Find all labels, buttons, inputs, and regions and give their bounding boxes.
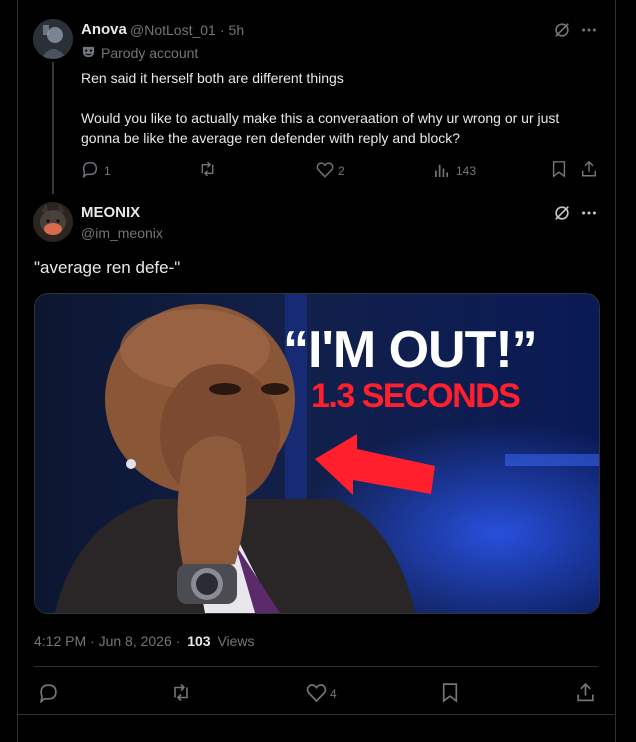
reply-count: 1 bbox=[104, 164, 111, 178]
reply-view-count: 143 bbox=[456, 164, 477, 178]
reply-time[interactable]: · 5h bbox=[220, 22, 244, 38]
avatar-anova[interactable] bbox=[33, 19, 73, 59]
grok-icon[interactable] bbox=[553, 21, 571, 39]
reply-text-line-1: Ren said it herself both are different t… bbox=[81, 70, 344, 86]
grok-icon[interactable] bbox=[553, 204, 571, 222]
reply-icon[interactable] bbox=[81, 160, 99, 178]
parody-badge-label: Parody account bbox=[101, 45, 199, 61]
like-icon[interactable] bbox=[306, 683, 327, 702]
tweet-timestamp[interactable]: 4:12 PM · Jun 8, 2026 · bbox=[34, 633, 180, 649]
parody-mask-icon bbox=[82, 45, 95, 58]
reply-text-line-3: gonna be like the average ren defender w… bbox=[81, 130, 461, 146]
divider-bottom bbox=[18, 714, 614, 715]
view-label: Views bbox=[217, 633, 255, 649]
share-icon[interactable] bbox=[580, 160, 598, 178]
timestamp-row: 4:12 PM · Jun 8, 2026 · 103 Views bbox=[34, 633, 255, 649]
reply-like-count: 2 bbox=[338, 164, 345, 178]
like-icon[interactable] bbox=[316, 161, 334, 178]
bookmark-icon[interactable] bbox=[551, 160, 567, 178]
tweet-media-image[interactable]: “I'M OUT!” 1.3 SECONDS bbox=[34, 293, 600, 614]
reply-icon[interactable] bbox=[38, 682, 59, 703]
main-tweet-text: "average ren defe-" bbox=[34, 258, 181, 277]
reply-handle[interactable]: @NotLost_01 bbox=[130, 22, 216, 38]
retweet-icon[interactable] bbox=[198, 160, 217, 178]
more-options-icon[interactable] bbox=[580, 204, 598, 222]
media-subline: 1.3 SECONDS bbox=[311, 377, 520, 415]
main-handle[interactable]: @im_meonix bbox=[81, 225, 163, 241]
reply-text-line-2: Would you like to actually make this a c… bbox=[81, 110, 560, 126]
main-display-name[interactable]: MEONIX bbox=[81, 204, 140, 221]
avatar-meonix[interactable] bbox=[33, 202, 73, 242]
more-options-icon[interactable] bbox=[580, 21, 598, 39]
main-like-count: 4 bbox=[330, 687, 337, 701]
share-icon[interactable] bbox=[575, 682, 596, 703]
media-illustration: “I'M OUT!” 1.3 SECONDS bbox=[35, 294, 599, 613]
avatar-meonix-image bbox=[33, 202, 73, 242]
views-chart-icon[interactable] bbox=[434, 161, 451, 178]
media-headline: “I'M OUT!” bbox=[283, 321, 537, 379]
retweet-icon[interactable] bbox=[170, 682, 192, 703]
divider-top bbox=[34, 666, 598, 667]
reply-display-name[interactable]: Anova bbox=[81, 21, 127, 38]
avatar-anova-image bbox=[33, 19, 73, 59]
bookmark-icon[interactable] bbox=[441, 682, 459, 703]
view-count: 103 bbox=[187, 633, 211, 649]
thread-connector-line bbox=[52, 62, 54, 194]
